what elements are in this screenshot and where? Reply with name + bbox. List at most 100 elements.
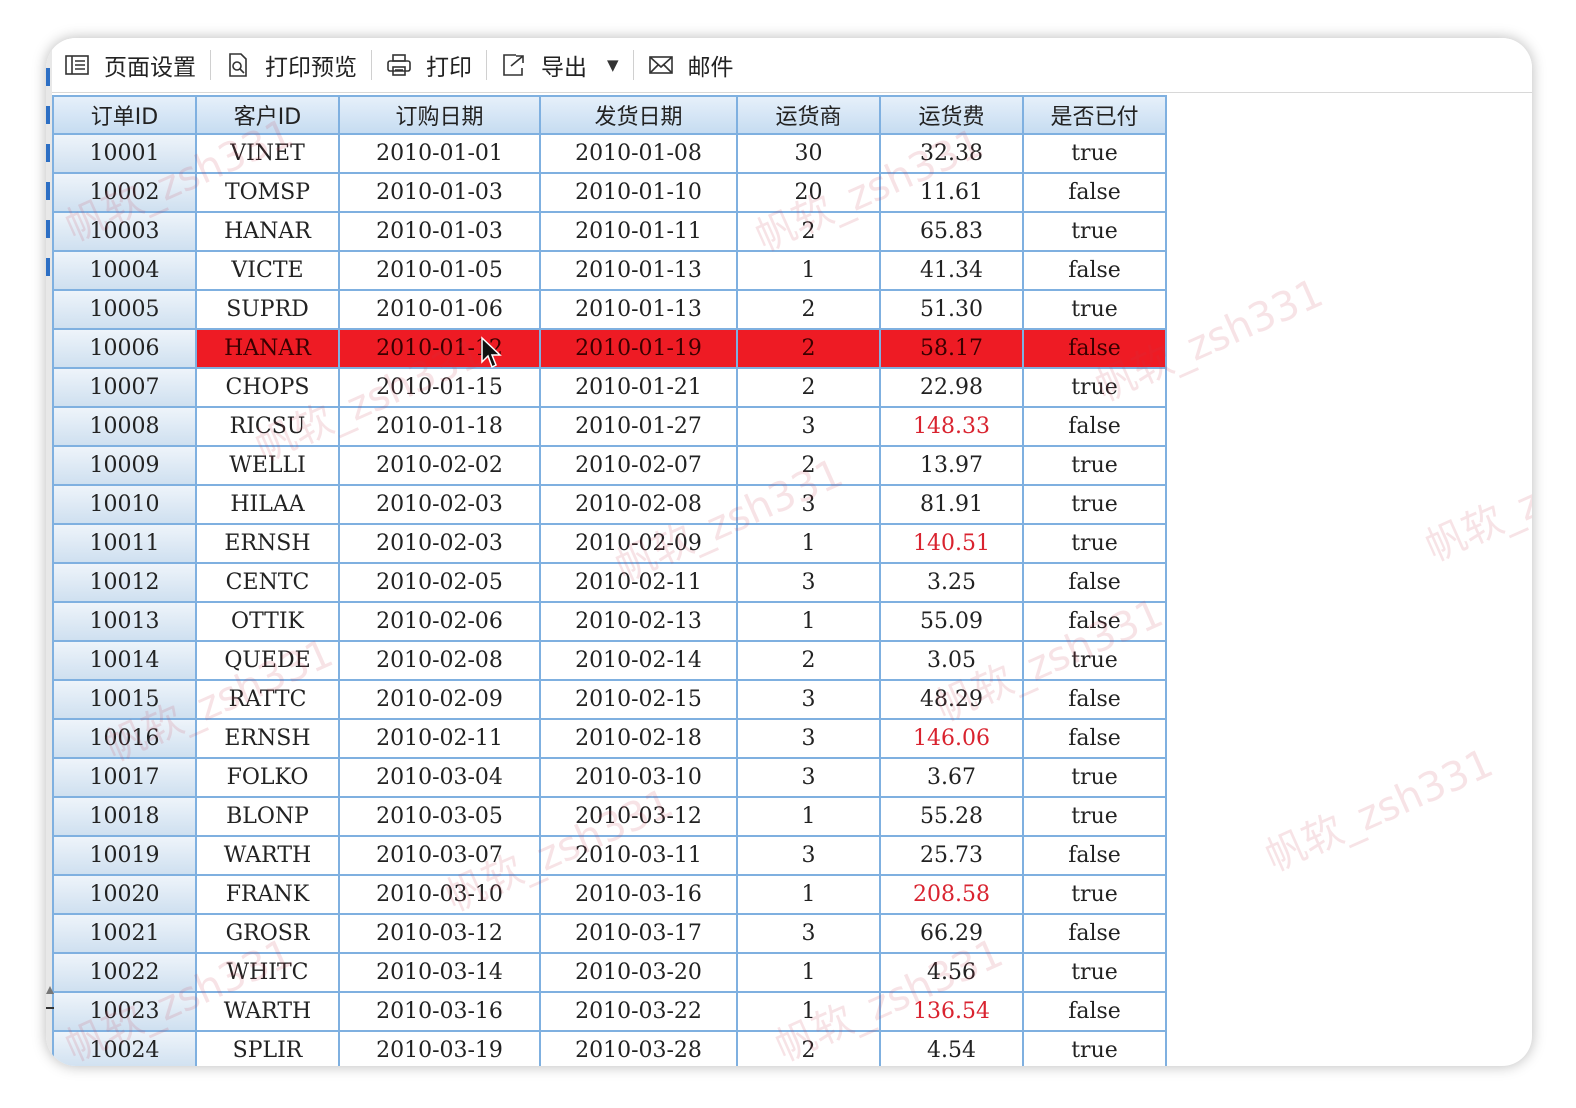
cell-freight[interactable]: 4.54 [879, 1030, 1024, 1066]
cell-freight[interactable]: 32.38 [879, 133, 1024, 174]
mail-button[interactable]: 邮件 [636, 45, 746, 85]
cell-order-date[interactable]: 2010-03-16 [338, 991, 541, 1032]
cell-ship-date[interactable]: 2010-01-19 [539, 328, 738, 369]
cell-customer-id[interactable]: WHITC [195, 952, 340, 993]
cell-order-id[interactable]: 10007 [52, 367, 197, 408]
cell-order-date[interactable]: 2010-02-06 [338, 601, 541, 642]
cell-freight[interactable]: 3.67 [879, 757, 1024, 798]
cell-customer-id[interactable]: RICSU [195, 406, 340, 447]
cell-paid[interactable]: true [1022, 211, 1167, 252]
cell-freight[interactable]: 55.09 [879, 601, 1024, 642]
header-ship-date[interactable]: 发货日期 [539, 95, 738, 135]
table-row[interactable]: 10003 HANAR 2010-01-03 2010-01-11 2 65.83 true [52, 211, 1167, 252]
cell-paid[interactable]: false [1022, 991, 1167, 1032]
cell-order-date[interactable]: 2010-01-05 [338, 250, 541, 291]
cell-freight[interactable]: 22.98 [879, 367, 1024, 408]
cell-paid[interactable]: true [1022, 952, 1167, 993]
cell-order-date[interactable]: 2010-01-01 [338, 133, 541, 174]
cell-paid[interactable]: false [1022, 679, 1167, 720]
left-scroll-arrow-icon[interactable] [46, 982, 55, 1016]
cell-order-id[interactable]: 10004 [52, 250, 197, 291]
cell-shipper[interactable]: 3 [736, 679, 881, 720]
table-row[interactable]: 10018 BLONP 2010-03-05 2010-03-12 1 55.28 true [52, 796, 1167, 837]
cell-customer-id[interactable]: GROSR [195, 913, 340, 954]
cell-shipper[interactable]: 3 [736, 718, 881, 759]
cell-order-date[interactable]: 2010-02-03 [338, 523, 541, 564]
table-row[interactable]: 10019 WARTH 2010-03-07 2010-03-11 3 25.73 fals… [52, 835, 1167, 876]
cell-paid[interactable]: false [1022, 172, 1167, 213]
cell-paid[interactable]: true [1022, 484, 1167, 525]
cell-paid[interactable]: false [1022, 250, 1167, 291]
table-row[interactable]: 10012 CENTC 2010-02-05 2010-02-11 3 3.25 false [52, 562, 1167, 603]
cell-order-date[interactable]: 2010-03-14 [338, 952, 541, 993]
cell-order-id[interactable]: 10017 [52, 757, 197, 798]
cell-order-id[interactable]: 10015 [52, 679, 197, 720]
cell-order-id[interactable]: 10013 [52, 601, 197, 642]
cell-shipper[interactable]: 1 [736, 991, 881, 1032]
cell-ship-date[interactable]: 2010-01-11 [539, 211, 738, 252]
cell-paid[interactable]: false [1022, 406, 1167, 447]
cell-order-date[interactable]: 2010-02-03 [338, 484, 541, 525]
cell-order-id[interactable]: 10024 [52, 1030, 197, 1066]
table-row[interactable]: 10007 CHOPS 2010-01-15 2010-01-21 2 22.98 true [52, 367, 1167, 408]
cell-shipper[interactable]: 1 [736, 874, 881, 915]
cell-ship-date[interactable]: 2010-01-13 [539, 289, 738, 330]
cell-order-id[interactable]: 10012 [52, 562, 197, 603]
cell-ship-date[interactable]: 2010-03-11 [539, 835, 738, 876]
header-order-id[interactable]: 订单ID [52, 95, 197, 135]
cell-paid[interactable]: true [1022, 796, 1167, 837]
cell-freight[interactable]: 140.51 [879, 523, 1024, 564]
cell-order-id[interactable]: 10019 [52, 835, 197, 876]
cell-customer-id[interactable]: ERNSH [195, 718, 340, 759]
cell-order-id[interactable]: 10011 [52, 523, 197, 564]
print-button[interactable]: 打印 [374, 45, 484, 85]
table-row[interactable]: 10024 SPLIR 2010-03-19 2010-03-28 2 4.54 true [52, 1030, 1167, 1066]
cell-shipper[interactable]: 1 [736, 952, 881, 993]
cell-shipper[interactable]: 30 [736, 133, 881, 174]
cell-shipper[interactable]: 3 [736, 757, 881, 798]
cell-freight[interactable]: 146.06 [879, 718, 1024, 759]
cell-shipper[interactable]: 1 [736, 601, 881, 642]
table-row[interactable]: 10022 WHITC 2010-03-14 2010-03-20 1 4.56 true [52, 952, 1167, 993]
cell-order-date[interactable]: 2010-01-12 [338, 328, 541, 369]
cell-freight[interactable]: 148.33 [879, 406, 1024, 447]
cell-order-id[interactable]: 10023 [52, 991, 197, 1032]
cell-ship-date[interactable]: 2010-03-16 [539, 874, 738, 915]
cell-customer-id[interactable]: HANAR [195, 211, 340, 252]
cell-paid[interactable]: false [1022, 913, 1167, 954]
cell-customer-id[interactable]: VICTE [195, 250, 340, 291]
cell-freight[interactable]: 25.73 [879, 835, 1024, 876]
table-row[interactable]: 10015 RATTC 2010-02-09 2010-02-15 3 48.29 fals… [52, 679, 1167, 720]
cell-freight[interactable]: 136.54 [879, 991, 1024, 1032]
cell-freight[interactable]: 11.61 [879, 172, 1024, 213]
cell-order-id[interactable]: 10014 [52, 640, 197, 681]
table-row[interactable]: 10010 HILAA 2010-02-03 2010-02-08 3 81.91 true [52, 484, 1167, 525]
cell-order-date[interactable]: 2010-03-19 [338, 1030, 541, 1066]
cell-shipper[interactable]: 3 [736, 835, 881, 876]
cell-customer-id[interactable]: FRANK [195, 874, 340, 915]
cell-freight[interactable]: 4.56 [879, 952, 1024, 993]
cell-customer-id[interactable]: BLONP [195, 796, 340, 837]
table-row[interactable]: 10020 FRANK 2010-03-10 2010-03-16 1 208.58 tru… [52, 874, 1167, 915]
cell-shipper[interactable]: 2 [736, 328, 881, 369]
cell-customer-id[interactable]: QUEDE [195, 640, 340, 681]
cell-paid[interactable]: false [1022, 718, 1167, 759]
cell-order-date[interactable]: 2010-02-05 [338, 562, 541, 603]
cell-freight[interactable]: 58.17 [879, 328, 1024, 369]
cell-shipper[interactable]: 2 [736, 367, 881, 408]
cell-shipper[interactable]: 2 [736, 211, 881, 252]
cell-ship-date[interactable]: 2010-02-15 [539, 679, 738, 720]
cell-ship-date[interactable]: 2010-01-13 [539, 250, 738, 291]
cell-ship-date[interactable]: 2010-03-28 [539, 1030, 738, 1066]
cell-ship-date[interactable]: 2010-02-08 [539, 484, 738, 525]
cell-paid[interactable]: false [1022, 562, 1167, 603]
cell-order-date[interactable]: 2010-01-06 [338, 289, 541, 330]
cell-customer-id[interactable]: WARTH [195, 991, 340, 1032]
cell-paid[interactable]: false [1022, 328, 1167, 369]
cell-order-date[interactable]: 2010-03-05 [338, 796, 541, 837]
cell-customer-id[interactable]: CHOPS [195, 367, 340, 408]
cell-paid[interactable]: true [1022, 367, 1167, 408]
cell-ship-date[interactable]: 2010-03-20 [539, 952, 738, 993]
cell-ship-date[interactable]: 2010-01-27 [539, 406, 738, 447]
cell-customer-id[interactable]: OTTIK [195, 601, 340, 642]
